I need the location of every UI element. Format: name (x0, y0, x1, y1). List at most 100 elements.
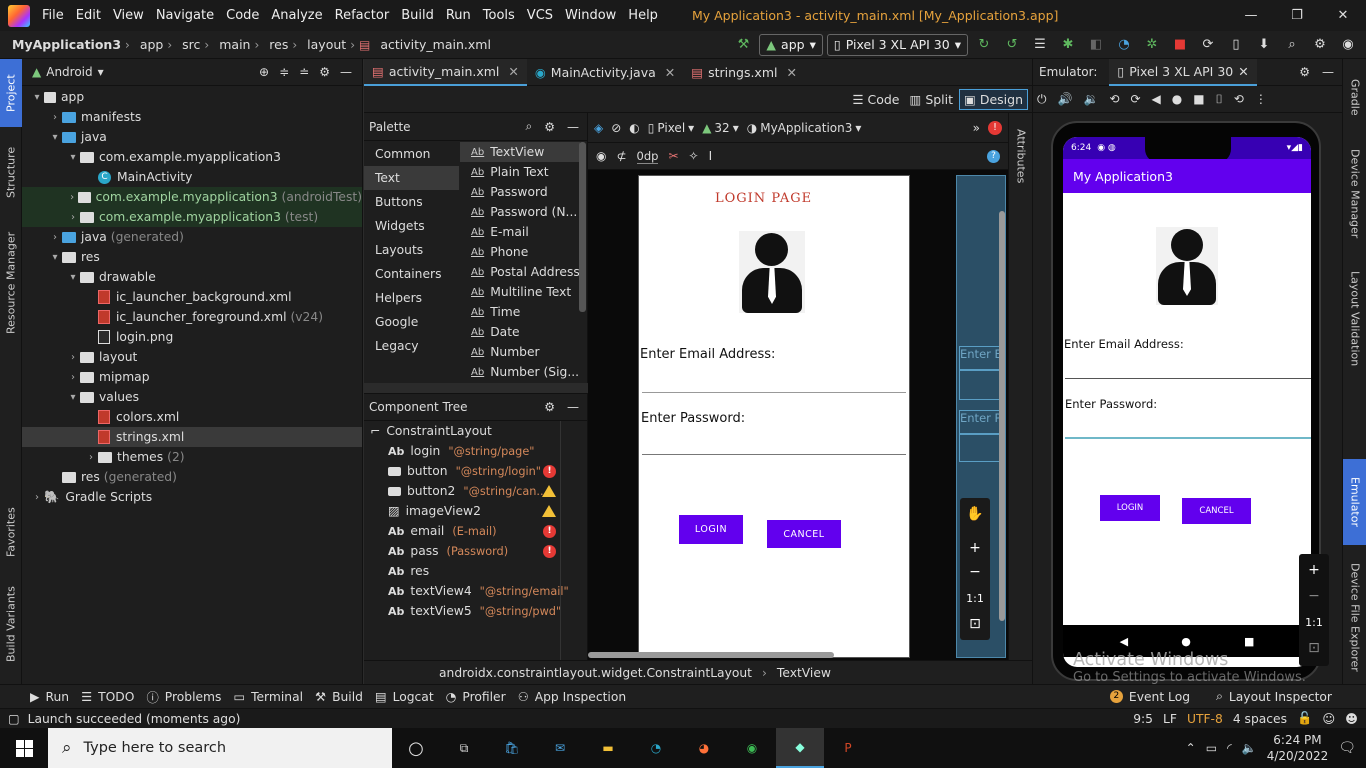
profile-avatar-icon[interactable]: ◉ (1339, 36, 1357, 54)
breadcrumb-textview[interactable]: TextView (777, 666, 831, 680)
tool-window-logcat[interactable]: ▤ Logcat (375, 690, 434, 704)
gear-icon[interactable]: ⚙ (544, 400, 555, 414)
favorites-tool-tab[interactable]: Favorites (0, 495, 22, 569)
component-button2[interactable]: button2 "@string/can... (364, 481, 560, 501)
error-icon[interactable]: ! (543, 524, 556, 538)
attributes-tool-tab[interactable]: Attributes (1009, 121, 1033, 191)
tab-activity-main-xml[interactable]: ▤ activity_main.xml ✕ (364, 58, 527, 86)
palette-item-phone[interactable]: Ab Phone (460, 242, 580, 262)
project-view-select[interactable]: Android (46, 65, 92, 79)
zoom-in-icon[interactable]: + (963, 536, 987, 560)
login-page-title[interactable]: LOGIN PAGE (715, 191, 812, 206)
taskbar-search-input[interactable]: ⌕ Type here to search (48, 728, 392, 768)
gear-icon[interactable]: ⚙ (1311, 36, 1329, 54)
windows-start-icon[interactable] (0, 728, 48, 768)
menu-run[interactable]: Run (446, 8, 471, 23)
snapshot-icon[interactable]: ⟲ (1234, 92, 1244, 106)
breadcrumb-main[interactable]: main (219, 37, 250, 52)
chevron-right-icon[interactable]: › (84, 452, 98, 463)
palette-item-postal-address[interactable]: Ab Postal Address (460, 262, 580, 282)
task-view-icon[interactable]: ⧉ (440, 728, 488, 768)
layers-icon[interactable]: ◈ (594, 121, 603, 135)
file-explorer-icon[interactable]: ▬ (584, 728, 632, 768)
emulator-password-input[interactable] (1065, 437, 1311, 439)
rotate-right-icon[interactable]: ⟳ (1130, 92, 1140, 106)
search-icon[interactable]: ⌕ (1283, 36, 1301, 54)
minimize-icon[interactable]: — (1228, 8, 1274, 23)
debug-icon[interactable]: ✱ (1059, 36, 1077, 54)
palette-item-plain-text[interactable]: Ab Plain Text (460, 162, 580, 182)
tree-item-mipmap[interactable]: › mipmap (22, 367, 362, 387)
component-pass[interactable]: Ab pass (Password)! (364, 541, 560, 561)
chevron-right-icon[interactable]: › (66, 372, 80, 383)
design-view-button[interactable]: ▣ Design (959, 88, 1028, 110)
chevron-down-icon[interactable]: ▾ (66, 392, 80, 403)
gear-icon[interactable]: ⚙ (1299, 65, 1310, 79)
error-icon[interactable]: ! (543, 464, 556, 478)
target-icon[interactable]: ⊕ (259, 65, 269, 79)
menu-build[interactable]: Build (401, 8, 434, 23)
clear-constraints-icon[interactable]: ✂ (668, 149, 678, 163)
email-label[interactable]: Enter Email Address: (640, 347, 775, 362)
layout-inspector-button[interactable]: ⌕ Layout Inspector (1216, 689, 1332, 704)
palette-category-helpers[interactable]: Helpers (364, 286, 459, 310)
tool-window-run[interactable]: ▶ Run (30, 690, 69, 704)
status-window-icon[interactable]: ▢ (8, 712, 20, 726)
chevron-down-icon[interactable]: ▾ (66, 272, 80, 283)
more-options-icon[interactable]: ⋮ (1255, 92, 1267, 106)
volume-icon[interactable]: 🔈 (1242, 741, 1257, 755)
taskbar-clock[interactable]: 6:24 PM 4/20/2022 (1267, 732, 1329, 764)
autoconnect-icon[interactable]: ⊄ (616, 149, 626, 163)
layout-preview[interactable]: LOGIN PAGE Enter Email Address: Enter Pa… (638, 175, 910, 658)
run-config-select[interactable]: ▲ app ▾ (759, 33, 823, 56)
close-window-icon[interactable]: ✕ (1320, 8, 1366, 23)
emulator-screen[interactable]: 6:24 ◉ ◍ ▾◢▮ My Application3 Enter Email… (1063, 137, 1311, 667)
cortana-icon[interactable]: ○ (392, 728, 440, 768)
menu-help[interactable]: Help (628, 8, 658, 23)
chevron-down-icon[interactable]: ▾ (48, 132, 62, 143)
nav-back-icon[interactable]: ◀ (1120, 635, 1128, 648)
emulator-cancel-button[interactable]: CANCEL (1182, 498, 1251, 524)
tree-item-drawable[interactable]: ▾ drawable (22, 267, 362, 287)
code-view-button[interactable]: ☰ Code (848, 90, 903, 109)
apply-changes-icon[interactable]: ↻ (975, 36, 993, 54)
hide-panel-icon[interactable]: — (567, 400, 579, 414)
gear-icon[interactable]: ⚙ (319, 65, 330, 79)
chevron-down-icon[interactable]: ▾ (98, 65, 104, 79)
orientation-icon[interactable]: ⊘ (611, 121, 621, 135)
breadcrumb-activity-main-xml[interactable]: activity_main.xml (380, 37, 491, 52)
zoom-in-icon[interactable]: + (1302, 558, 1326, 582)
tree-item-app[interactable]: ▾ app (22, 87, 362, 107)
chevron-right-icon[interactable]: › (66, 352, 80, 363)
tree-item-login-png[interactable]: login.png (22, 327, 362, 347)
gradle-tool-tab[interactable]: Gradle (1343, 67, 1366, 127)
component-imageview2[interactable]: ▨ imageView2 (364, 501, 560, 521)
run-tests-icon[interactable]: ✲ (1143, 36, 1161, 54)
menu-window[interactable]: Window (565, 8, 616, 23)
palette-category-widgets[interactable]: Widgets (364, 214, 459, 238)
cursor-position[interactable]: 9:5 (1133, 712, 1153, 726)
split-view-button[interactable]: ▥ Split (906, 90, 958, 109)
tree-item-com-example-myapplication3[interactable]: › com.example.myapplication3 (androidTest) (22, 187, 362, 207)
resource-manager-tool-tab[interactable]: Resource Manager (0, 219, 22, 347)
menu-view[interactable]: View (113, 8, 144, 23)
menu-analyze[interactable]: Analyze (271, 8, 322, 23)
build-variants-tool-tab[interactable]: Build Variants (0, 579, 22, 669)
palette-category-layouts[interactable]: Layouts (364, 238, 459, 262)
infer-constraints-icon[interactable]: ✧ (689, 149, 699, 163)
indent-setting[interactable]: 4 spaces (1233, 712, 1287, 726)
component-email[interactable]: Ab email (E-mail)! (364, 521, 560, 541)
chevron-down-icon[interactable]: ▾ (30, 92, 44, 103)
theme-select[interactable]: ◑ MyApplication3 ▾ (747, 121, 862, 135)
nav-recents-icon[interactable]: ■ (1244, 635, 1254, 648)
volume-down-icon[interactable]: 🔉 (1083, 92, 1098, 106)
tree-item-ic-launcher-background-xml[interactable]: ic_launcher_background.xml (22, 287, 362, 307)
zoom-out-icon[interactable]: − (1302, 584, 1326, 608)
volume-up-icon[interactable]: 🔊 (1058, 92, 1073, 106)
overview-icon[interactable]: ■ (1193, 92, 1204, 106)
zoom-out-icon[interactable]: − (963, 560, 987, 584)
structure-tool-tab[interactable]: Structure (0, 137, 22, 207)
avatar-image[interactable] (739, 231, 805, 313)
tree-item-res[interactable]: res (generated) (22, 467, 362, 487)
powerpoint-icon[interactable]: P (824, 728, 872, 768)
